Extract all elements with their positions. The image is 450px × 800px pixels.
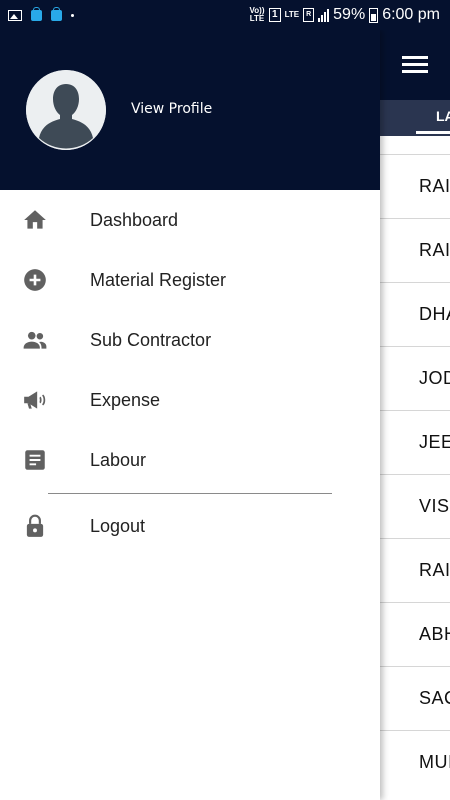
status-bar: Vo)) LTE 1 LTE R 59% 6:00 pm [0, 0, 450, 30]
drawer-menu: Dashboard Material Register Sub Contract… [0, 190, 380, 556]
menu-label-expense: Expense [90, 389, 161, 410]
battery-percent: 59% [333, 6, 366, 23]
list-item[interactable]: VIS [380, 474, 450, 538]
list-item[interactable]: JOD [380, 346, 450, 410]
menu-item-expense[interactable]: Expense [0, 370, 380, 430]
menu-item-sub-contractor[interactable]: Sub Contractor [0, 310, 380, 370]
menu-item-dashboard[interactable]: Dashboard [0, 190, 380, 250]
navigation-drawer: View Profile Dashboard Material Register… [0, 30, 380, 800]
menu-label-logout: Logout [90, 515, 146, 536]
shop-notification-icon [31, 6, 42, 21]
list-item[interactable]: SAC [380, 666, 450, 730]
drawer-header: View Profile [0, 30, 380, 190]
avatar[interactable] [26, 70, 106, 150]
battery-icon [369, 7, 379, 23]
hamburger-menu-icon[interactable] [402, 56, 428, 74]
lock-icon [22, 513, 48, 539]
clock: 6:00 pm [382, 6, 440, 23]
tab-labour[interactable]: LA [380, 100, 450, 136]
person-silhouette-icon [26, 70, 106, 150]
list-item[interactable]: ABH [380, 602, 450, 666]
menu-label-material-register: Material Register [90, 269, 227, 290]
menu-divider [48, 493, 332, 494]
add-circle-icon [22, 267, 48, 293]
tab-indicator [416, 131, 450, 134]
lte-indicator: LTE [284, 10, 300, 19]
menu-label-dashboard: Dashboard [90, 209, 179, 230]
menu-label-labour: Labour [90, 449, 147, 470]
tab-label: LA [436, 108, 450, 124]
people-icon [22, 327, 48, 353]
megaphone-icon [22, 387, 48, 413]
menu-item-labour[interactable]: Labour [0, 430, 380, 490]
menu-item-logout[interactable]: Logout [0, 496, 380, 556]
menu-item-material-register[interactable]: Material Register [0, 250, 380, 310]
sim-indicator: 1 [269, 8, 281, 22]
signal-icon [318, 8, 330, 22]
roaming-indicator: R [303, 8, 315, 22]
view-profile-link[interactable]: View Profile [131, 101, 212, 117]
list-item[interactable]: RAI [380, 154, 450, 218]
volte-indicator: Vo)) LTE [249, 6, 265, 23]
list-item[interactable]: MUI [380, 730, 450, 794]
list-item[interactable]: JEE [380, 410, 450, 474]
menu-label-sub-contractor: Sub Contractor [90, 329, 212, 350]
labour-list: RAI RAI DHA JOD JEE VIS RAI ABH SAC MUI [380, 154, 450, 794]
gallery-notification-icon [8, 9, 22, 21]
document-icon [22, 447, 48, 473]
home-icon [22, 207, 48, 233]
more-notifications-dot-icon [71, 13, 74, 17]
list-item[interactable]: RAI [380, 218, 450, 282]
shop-notification-icon-2 [51, 6, 62, 21]
list-item[interactable]: RAI [380, 538, 450, 602]
list-item[interactable]: DHA [380, 282, 450, 346]
